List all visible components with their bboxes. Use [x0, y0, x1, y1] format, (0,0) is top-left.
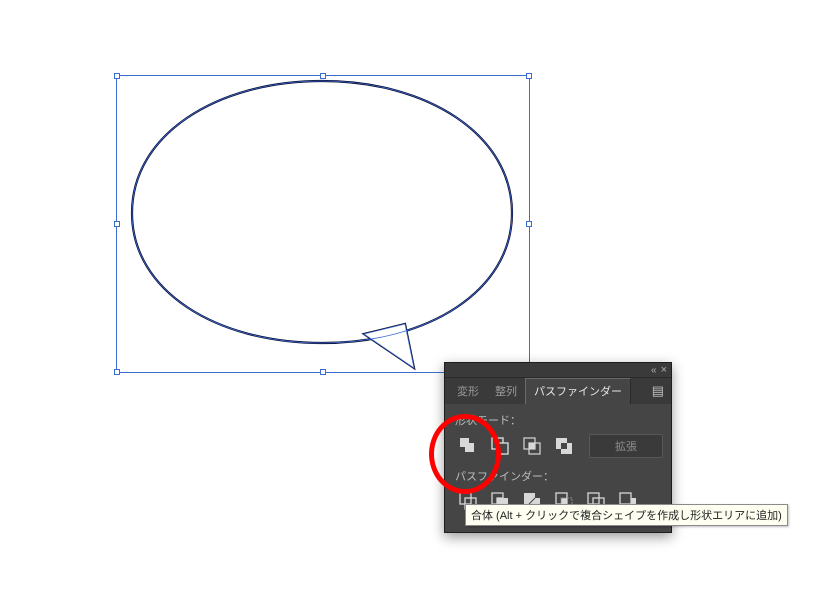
shape-mode-unite-icon[interactable]: [457, 435, 479, 457]
shape-mode-intersect-icon[interactable]: [521, 435, 543, 457]
panel-menu-icon[interactable]: ▤: [648, 380, 667, 403]
expand-button[interactable]: 拡張: [589, 434, 663, 458]
panel-tabs: 変形 整列 パスファインダー ▤: [445, 378, 671, 404]
collapse-icon[interactable]: «: [651, 365, 655, 376]
shape-mode-exclude-icon[interactable]: [553, 435, 575, 457]
shape-mode-minus-front-icon[interactable]: [489, 435, 511, 457]
shape-mode-row: 拡張: [457, 434, 663, 458]
shape-modes-label: 形状モード：: [455, 412, 663, 428]
tab-pathfinder[interactable]: パスファインダー: [525, 378, 631, 404]
tab-align[interactable]: 整列: [487, 379, 525, 404]
tooltip-text: 合体 (Alt + クリックで複合シェイプを作成し形状エリアに追加): [471, 510, 782, 522]
pathfinder-section-label: パスファインダー：: [455, 468, 663, 484]
panel-titlebar[interactable]: « ×: [445, 363, 671, 378]
close-icon[interactable]: ×: [661, 365, 667, 375]
tab-transform[interactable]: 変形: [449, 379, 487, 404]
tooltip: 合体 (Alt + クリックで複合シェイプを作成し形状エリアに追加): [465, 504, 788, 526]
